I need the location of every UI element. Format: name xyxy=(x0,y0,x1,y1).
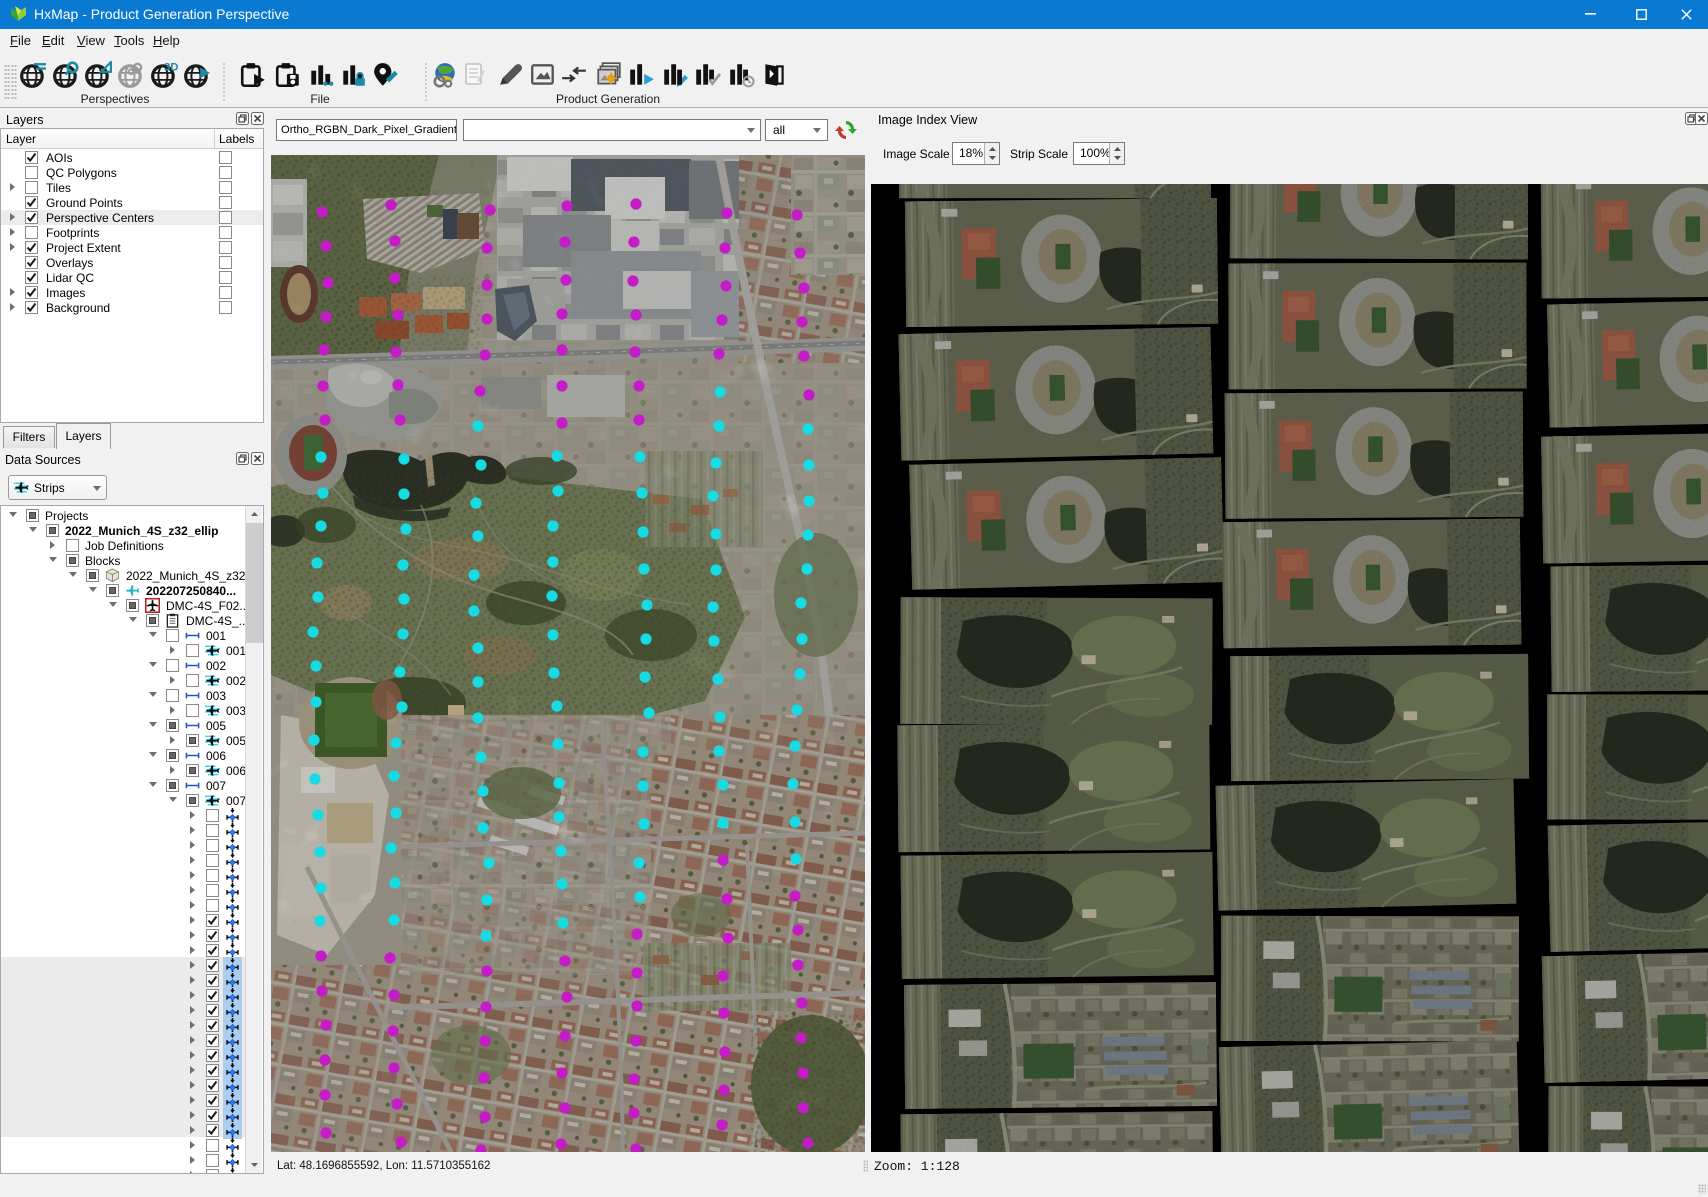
svg-text:3D: 3D xyxy=(164,62,178,74)
